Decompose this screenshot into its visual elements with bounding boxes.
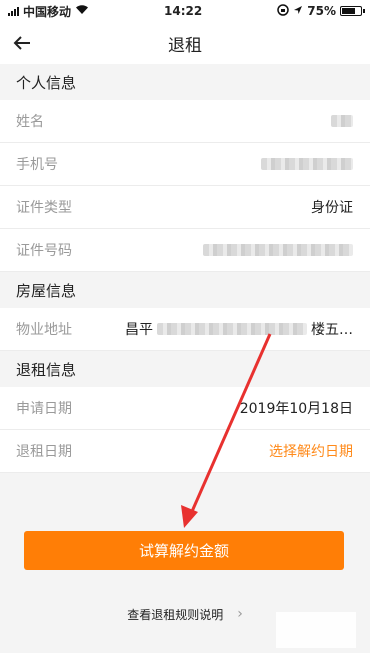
page-title: 退租 [168, 35, 202, 56]
carrier-text: 中国移动 [23, 4, 72, 19]
battery-text: 75% [307, 4, 336, 18]
phone-value-redacted [261, 158, 353, 170]
name-row: 姓名 [0, 100, 370, 143]
name-value-redacted [331, 115, 353, 127]
signal-icon [8, 6, 19, 16]
apply-date-value: 2019年10月18日 [239, 401, 353, 417]
battery-icon [339, 6, 365, 16]
address-suffix: 楼五… [311, 322, 353, 338]
address-prefix: 昌平 [125, 322, 153, 338]
time-text: 14:22 [164, 4, 203, 18]
calculate-button[interactable]: 试算解约金额 [24, 531, 344, 570]
id-type-row: 证件类型 身份证 [0, 186, 370, 229]
id-type-value: 身份证 [311, 200, 353, 216]
status-right: 75% [277, 3, 365, 19]
apply-date-label: 申请日期 [16, 401, 72, 417]
address-row: 物业地址 昌平 楼五… [0, 308, 370, 351]
name-label: 姓名 [16, 114, 44, 130]
section-house-info: 房屋信息 [0, 272, 370, 308]
address-redacted [157, 323, 307, 335]
address-value: 昌平 楼五… [125, 319, 353, 339]
wifi-icon [75, 4, 89, 18]
section-personal-info: 个人信息 [0, 64, 370, 100]
location-icon [293, 4, 303, 18]
id-number-value-redacted [203, 244, 353, 256]
orientation-lock-icon [277, 3, 289, 19]
back-arrow-icon[interactable] [10, 31, 34, 55]
phone-row: 手机号 [0, 143, 370, 186]
phone-label: 手机号 [16, 157, 58, 173]
nav-bar: 退租 [0, 22, 370, 64]
id-number-row: 证件号码 [0, 229, 370, 272]
id-type-label: 证件类型 [16, 200, 72, 216]
apply-date-row: 申请日期 2019年10月18日 [0, 387, 370, 430]
rules-link-label: 查看退租规则说明 [127, 607, 224, 622]
end-date-label: 退租日期 [16, 444, 72, 460]
status-left: 中国移动 [8, 3, 89, 20]
id-number-label: 证件号码 [16, 243, 72, 259]
end-date-picker[interactable]: 选择解约日期 [269, 441, 353, 461]
status-bar: 中国移动 14:22 75% [0, 0, 370, 22]
watermark-fade [276, 612, 356, 648]
chevron-right-icon: › [237, 606, 243, 622]
address-label: 物业地址 [16, 322, 72, 338]
end-date-row[interactable]: 退租日期 选择解约日期 [0, 430, 370, 473]
section-lease-info: 退租信息 [0, 351, 370, 387]
